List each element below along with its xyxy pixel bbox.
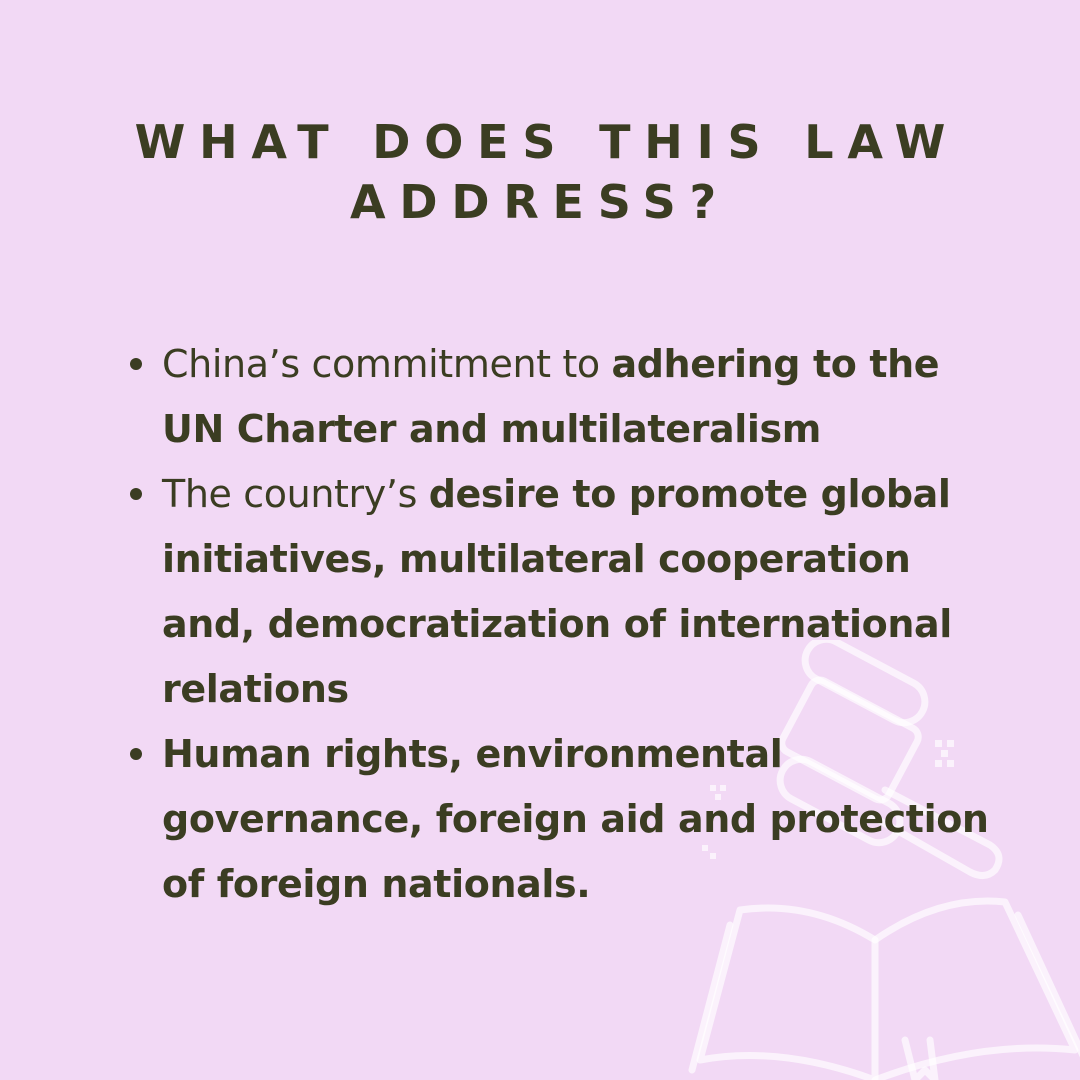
bullet-plain-text: China’s commitment to [162, 342, 612, 386]
bullet-item-global-initiatives: The country’s desire to promote global i… [130, 462, 992, 722]
bullet-dot-icon [130, 488, 142, 500]
bullet-list: China’s commitment to adhering to the UN… [130, 332, 992, 917]
bullet-bold-text: Human rights, environmental governance, … [162, 732, 989, 906]
bullet-dot-icon [130, 358, 142, 370]
bullet-dot-icon [130, 748, 142, 760]
open-book-icon [688, 897, 1080, 1080]
bullet-item-human-rights: Human rights, environmental governance, … [130, 722, 992, 917]
title-line-1: WHAT DOES THIS LAW [134, 115, 960, 169]
bullet-item-un-charter: China’s commitment to adhering to the UN… [130, 332, 992, 462]
bullet-plain-text: The country’s [162, 472, 429, 516]
page-title: WHAT DOES THIS LAW ADDRESS? [90, 112, 990, 232]
title-line-2: ADDRESS? [349, 175, 731, 229]
